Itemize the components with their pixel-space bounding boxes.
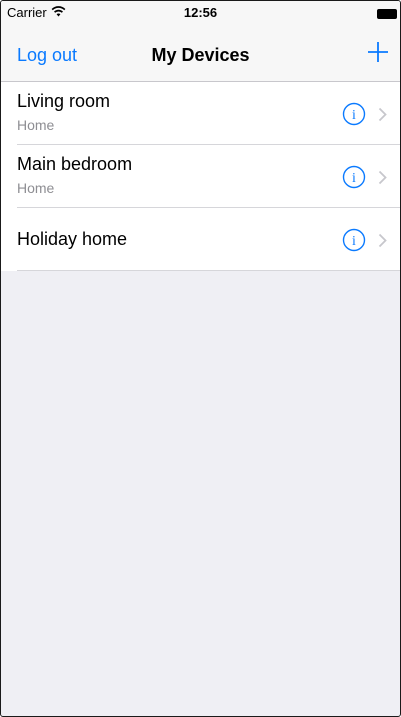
status-bar: Carrier 12:56 (1, 1, 400, 23)
device-name: Main bedroom (17, 154, 133, 174)
svg-text:i: i (352, 171, 356, 186)
status-time: 12:56 (183, 4, 218, 20)
row-separator (17, 270, 400, 271)
device-name: Living room (17, 91, 111, 111)
device-screen: Carrier 12:56 Log out My Devices Living … (0, 0, 401, 717)
list-item[interactable]: Living room Home i (1, 82, 400, 145)
device-list: Living room Home i Main bedroom Home i H… (1, 82, 400, 271)
chevron-right-icon (378, 107, 387, 122)
device-name: Holiday home (17, 229, 128, 249)
list-item[interactable]: Holiday home i (1, 208, 400, 271)
battery-icon (377, 7, 398, 19)
info-icon[interactable]: i (342, 102, 366, 126)
page-title: My Devices (151, 45, 250, 65)
device-subtitle: Home (17, 117, 55, 133)
plus-icon[interactable] (366, 40, 390, 64)
chevron-right-icon (378, 170, 387, 185)
nav-bar: Log out My Devices (1, 23, 400, 82)
chevron-right-icon (378, 233, 387, 248)
svg-text:i: i (352, 108, 356, 123)
info-icon[interactable]: i (342, 228, 366, 252)
device-subtitle: Home (17, 180, 55, 196)
list-item[interactable]: Main bedroom Home i (1, 145, 400, 208)
svg-text:i: i (352, 234, 356, 249)
info-icon[interactable]: i (342, 165, 366, 189)
